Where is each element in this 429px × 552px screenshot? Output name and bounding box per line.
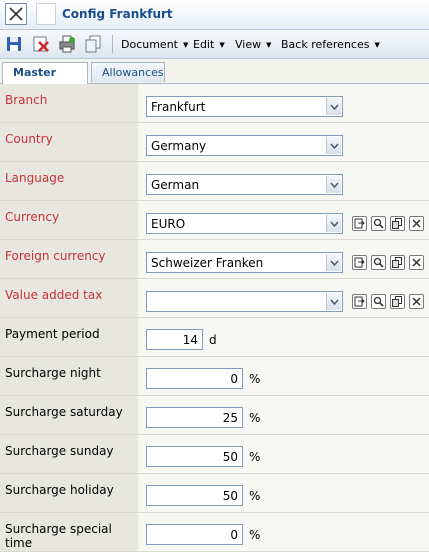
clear-icon[interactable]: [409, 216, 424, 231]
copy-icon[interactable]: [390, 216, 405, 231]
currency-value: EURO: [151, 217, 186, 231]
search-icon[interactable]: [371, 294, 386, 309]
form-row-surcharge-night: Surcharge night 0 %: [0, 357, 429, 396]
open-record-icon[interactable]: [352, 216, 367, 231]
surcharge-sunday-unit: %: [249, 450, 261, 464]
tab-master-data[interactable]: Master data: [2, 62, 88, 98]
open-record-icon[interactable]: [352, 294, 367, 309]
title-bar: Config Frankfurt: [0, 0, 429, 30]
tab-allowances[interactable]: Allowances: [91, 62, 165, 82]
menu-document-label: Document: [121, 38, 178, 51]
payment-period-unit: d: [209, 333, 217, 347]
document-icon: [36, 3, 56, 25]
menu-edit-label: Edit: [193, 38, 215, 51]
menu-back-references[interactable]: Back references ▼: [281, 38, 380, 51]
caret-down-icon: ▼: [266, 41, 272, 49]
chevron-down-icon[interactable]: [326, 215, 341, 232]
payment-period-input[interactable]: 14: [146, 329, 203, 350]
copy-icon[interactable]: [390, 294, 405, 309]
chevron-down-icon[interactable]: [326, 98, 341, 115]
branch-label: Branch: [5, 93, 48, 107]
form-row-payment-period: Payment period 14 d: [0, 318, 429, 357]
tab-bar: Master data Allowances: [0, 59, 429, 98]
form-row-country: Country Germany: [0, 123, 429, 162]
currency-select[interactable]: EURO: [146, 213, 343, 234]
form-row-surcharge-special-time: Surcharge special time 0 %: [0, 513, 429, 552]
form-row-foreign-currency: Foreign currency Schweizer Franken: [0, 240, 429, 279]
surcharge-special-time-unit: %: [249, 528, 261, 542]
clear-icon[interactable]: [409, 294, 424, 309]
chevron-down-icon[interactable]: [326, 254, 341, 271]
foreign-currency-label: Foreign currency: [5, 249, 106, 263]
menu-edit[interactable]: Edit ▼: [193, 38, 225, 51]
menu-view[interactable]: View ▼: [235, 38, 272, 51]
form-row-surcharge-saturday: Surcharge saturday 25 %: [0, 396, 429, 435]
menu-view-label: View: [235, 38, 262, 51]
branch-value: Frankfurt: [151, 100, 206, 114]
menu-document[interactable]: Document ▼: [121, 38, 188, 51]
vat-select[interactable]: [146, 291, 343, 312]
foreign-currency-value: Schweizer Franken: [151, 256, 264, 270]
caret-down-icon: ▼: [183, 41, 189, 49]
surcharge-saturday-unit: %: [249, 411, 261, 425]
surcharge-night-label: Surcharge night: [5, 366, 101, 380]
country-value: Germany: [151, 139, 207, 153]
surcharge-sunday-input[interactable]: 50: [146, 446, 243, 467]
save-icon[interactable]: [5, 35, 23, 53]
copy-icon[interactable]: [84, 35, 102, 53]
window-title: Config Frankfurt: [62, 7, 173, 21]
delete-icon[interactable]: [32, 35, 50, 53]
country-select[interactable]: Germany: [146, 135, 343, 156]
chevron-down-icon[interactable]: [326, 293, 341, 310]
payment-period-label: Payment period: [5, 327, 100, 341]
surcharge-holiday-label: Surcharge holiday: [5, 483, 114, 497]
caret-down-icon: ▼: [219, 41, 225, 49]
surcharge-saturday-input[interactable]: 25: [146, 407, 243, 428]
country-label: Country: [5, 132, 53, 146]
language-value: German: [151, 178, 200, 192]
chevron-down-icon[interactable]: [326, 176, 341, 193]
language-select[interactable]: German: [146, 174, 343, 195]
close-icon: [9, 7, 23, 21]
branch-select[interactable]: Frankfurt: [146, 96, 343, 117]
language-label: Language: [5, 171, 65, 185]
surcharge-sunday-label: Surcharge sunday: [5, 444, 114, 458]
surcharge-night-unit: %: [249, 372, 261, 386]
foreign-currency-select[interactable]: Schweizer Franken: [146, 252, 343, 273]
master-data-form: Branch Frankfurt Country Germany Languag…: [0, 84, 429, 552]
form-row-vat: Value added tax: [0, 279, 429, 318]
surcharge-special-time-input[interactable]: 0: [146, 524, 243, 545]
menu-back-references-label: Back references: [281, 38, 370, 51]
chevron-down-icon[interactable]: [326, 137, 341, 154]
vat-label: Value added tax: [5, 288, 103, 302]
form-row-surcharge-sunday: Surcharge sunday 50 %: [0, 435, 429, 474]
surcharge-holiday-input[interactable]: 50: [146, 485, 243, 506]
close-button[interactable]: [5, 3, 27, 25]
currency-label: Currency: [5, 210, 60, 224]
search-icon[interactable]: [371, 216, 386, 231]
form-row-currency: Currency EURO: [0, 201, 429, 240]
surcharge-holiday-unit: %: [249, 489, 261, 503]
toolbar: Document ▼ Edit ▼ View ▼ Back references ▼: [0, 30, 429, 59]
caret-down-icon: ▼: [374, 41, 380, 49]
toolbar-separator: [112, 35, 113, 53]
open-record-icon[interactable]: [352, 255, 367, 270]
clear-icon[interactable]: [409, 255, 424, 270]
form-row-surcharge-holiday: Surcharge holiday 50 %: [0, 474, 429, 513]
surcharge-saturday-label: Surcharge saturday: [5, 405, 123, 419]
form-row-language: Language German: [0, 162, 429, 201]
surcharge-special-time-label: Surcharge special time: [5, 522, 112, 550]
surcharge-night-input[interactable]: 0: [146, 368, 243, 389]
form-row-branch: Branch Frankfurt: [0, 84, 429, 123]
copy-icon[interactable]: [390, 255, 405, 270]
search-icon[interactable]: [371, 255, 386, 270]
print-icon[interactable]: [58, 35, 76, 53]
